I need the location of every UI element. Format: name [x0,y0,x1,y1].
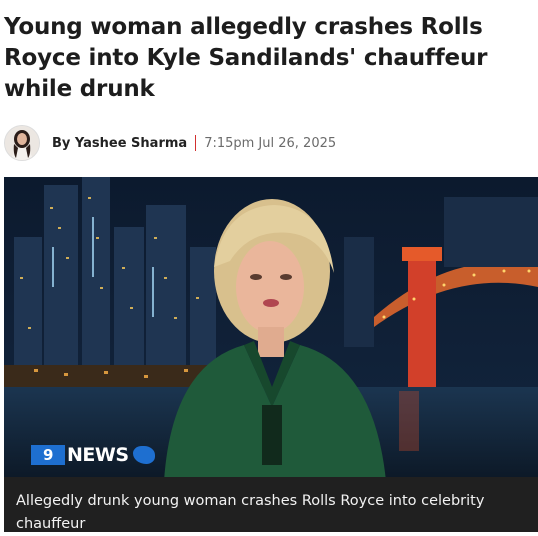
publish-timestamp: 7:15pm Jul 26, 2025 [204,135,337,151]
byline: By Yashee Sharma 7:15pm Jul 26, 2025 [4,124,336,162]
australia-map-icon [132,446,155,464]
nine-news-logo: 9 NEWS [31,443,155,467]
caption-text: Allegedly drunk young woman crashes Roll… [16,493,485,532]
article-headline: Young woman allegedly crashes Rolls Royc… [4,14,488,102]
video-caption: Allegedly drunk young woman crashes Roll… [4,477,538,532]
author-name[interactable]: By Yashee Sharma [52,136,187,151]
nine-logo-mark: 9 [31,445,65,465]
news-logo-text: NEWS [67,444,129,466]
video-player[interactable]: 9 NEWS [4,177,538,481]
video-frame [4,177,538,481]
author-avatar[interactable] [4,125,40,161]
byline-divider [195,135,197,151]
